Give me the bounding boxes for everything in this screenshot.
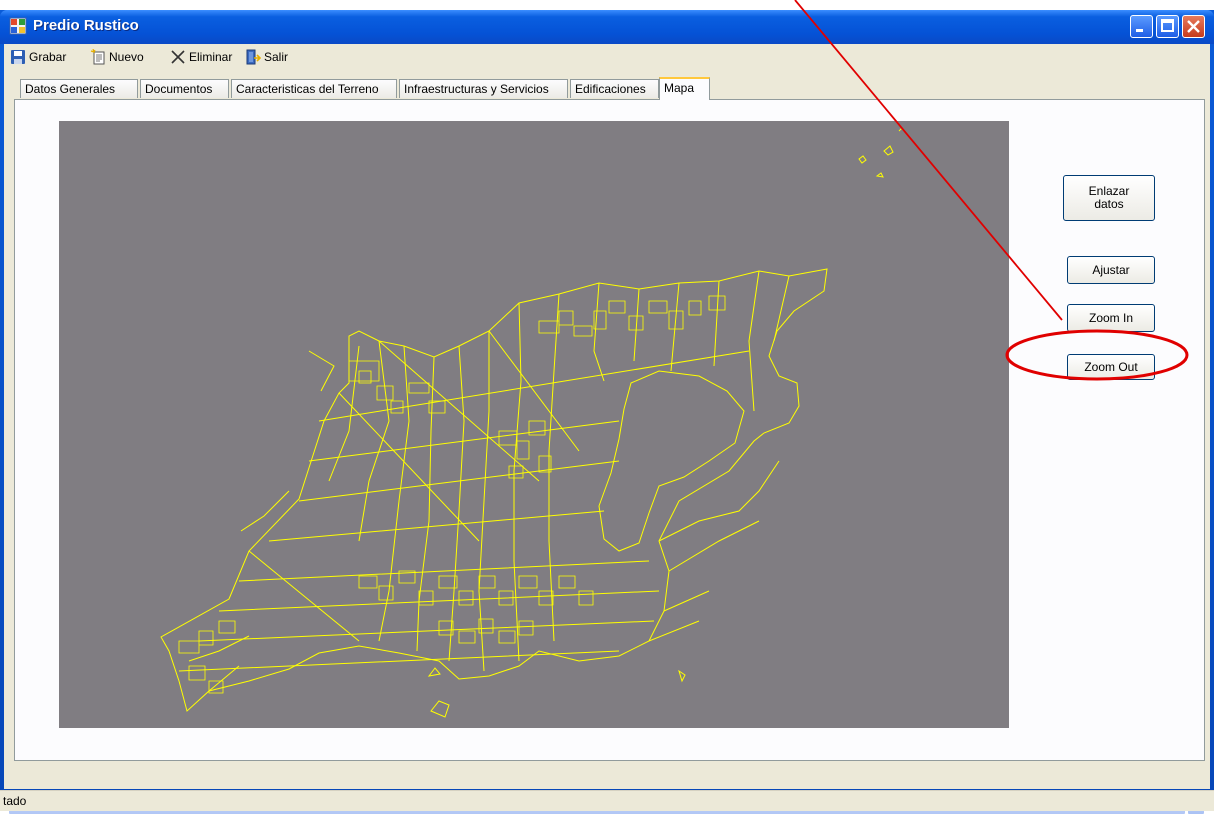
islets (427, 127, 903, 718)
floppy-disk-icon (11, 50, 25, 64)
save-label: Grabar (29, 50, 67, 64)
dense-parcels (178, 295, 726, 694)
tab-edificaciones[interactable]: Edificaciones (570, 79, 659, 98)
app-icon (9, 17, 27, 35)
save-button[interactable]: Grabar (10, 48, 66, 66)
tab-datos-generales[interactable]: Datos Generales (20, 79, 138, 98)
link-data-button[interactable]: Enlazar datos (1063, 175, 1155, 221)
close-button[interactable] (1182, 15, 1205, 38)
app-window: Predio Rustico Grabar Nuevo Eliminar Sal… (0, 10, 1214, 815)
minimize-icon (1136, 29, 1143, 32)
delete-button[interactable]: Eliminar (170, 48, 232, 66)
exit-button[interactable]: Salir (245, 48, 288, 66)
tab-mapa[interactable]: Mapa (659, 77, 710, 100)
toolbar: Grabar Nuevo Eliminar Salir (4, 44, 1210, 70)
parcel-map (160, 127, 903, 718)
exit-door-icon (246, 49, 261, 65)
tab-caracteristicas[interactable]: Caracteristicas del Terreno (231, 79, 397, 98)
zoom-out-button[interactable]: Zoom Out (1067, 354, 1155, 380)
new-label: Nuevo (109, 50, 144, 64)
tab-documentos[interactable]: Documentos (140, 79, 229, 98)
status-text: tado (3, 794, 27, 808)
map-view[interactable] (59, 121, 1009, 728)
maximize-button[interactable] (1156, 15, 1179, 38)
x-delete-icon (171, 50, 185, 64)
status-bar: tado (0, 790, 1214, 811)
zoom-in-button[interactable]: Zoom In (1067, 304, 1155, 332)
window-client: Grabar Nuevo Eliminar Salir Datos Genera… (4, 44, 1210, 815)
fit-button[interactable]: Ajustar (1067, 256, 1155, 284)
exit-label: Salir (264, 50, 289, 64)
tab-infraestructuras[interactable]: Infraestructuras y Servicios (399, 79, 568, 98)
new-document-icon (90, 49, 105, 65)
close-icon (1187, 20, 1200, 33)
delete-label: Eliminar (189, 50, 233, 64)
parcel-outline (160, 268, 828, 712)
minimize-button[interactable] (1130, 15, 1153, 38)
title-bar[interactable]: Predio Rustico (0, 10, 1214, 44)
window-title: Predio Rustico (33, 17, 139, 34)
maximize-icon (1161, 19, 1174, 32)
new-button[interactable]: Nuevo (90, 48, 144, 66)
